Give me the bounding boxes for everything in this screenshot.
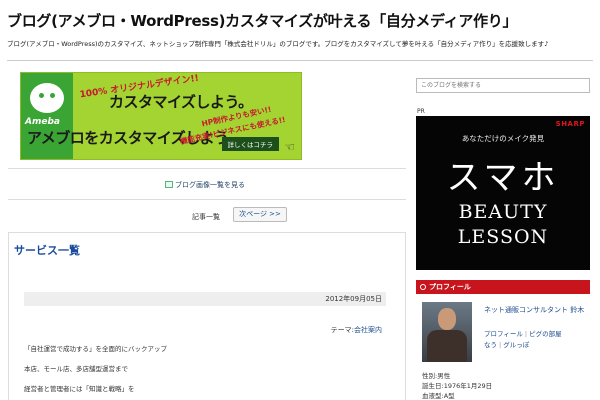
group-link[interactable]: グルっぽ: [503, 341, 529, 349]
entry-date: 2012年09月05日: [24, 292, 386, 306]
avatar-head: [438, 308, 456, 330]
divider: [8, 168, 406, 169]
pig-room-link[interactable]: ピグの部屋: [529, 330, 562, 338]
header-divider: [7, 60, 593, 61]
ad-beauty: BEAUTY: [458, 201, 548, 223]
entry-title[interactable]: サービス一覧: [14, 242, 80, 258]
divider: [8, 199, 406, 200]
profile-name[interactable]: ネット通販コンサルタント 鈴木: [484, 305, 588, 316]
entry-list-link[interactable]: 記事一覧: [192, 212, 220, 222]
profile-heading-label: プロフィール: [429, 283, 471, 291]
theme-link[interactable]: 会社案内: [354, 326, 382, 334]
sharp-logo: SHARP: [555, 120, 585, 128]
theme-label: テーマ:: [330, 326, 354, 334]
ad-banner-ameba-customize[interactable]: Ameba 100% オリジナルデザイン!! カスタマイズしよう。 アメブロをカ…: [20, 72, 302, 160]
image-list-link-label: ブログ画像一覧を見る: [175, 181, 245, 189]
ameba-character-icon: [30, 83, 64, 113]
profile-blood: 血液型:A型: [422, 392, 455, 400]
entry-body-line: 経営者と管理者には「知識と戦略」を: [24, 385, 135, 393]
sidebar-ad-sharp[interactable]: SHARP あなただけのメイク発見 スマホ BEAUTY LESSON: [416, 116, 590, 270]
profile-gender: 性別:男性: [422, 372, 451, 380]
image-icon: [165, 181, 173, 188]
entry-body-line: 本店、モール店、多店舗型運営まで: [24, 365, 128, 373]
profile-links: プロフィール | ピグの部屋 なう | グルっぽ: [484, 329, 588, 351]
next-page-button[interactable]: 次ページ >>: [233, 207, 287, 222]
now-link[interactable]: なう: [484, 341, 497, 349]
ad-headline: スマホ: [446, 158, 560, 198]
avatar[interactable]: [422, 302, 472, 362]
entry-theme: テーマ:会社案内: [331, 325, 382, 335]
ad-subtitle: あなただけのメイク発見: [461, 134, 545, 143]
ameba-logo-text: Ameba: [25, 117, 60, 127]
pointing-hand-icon: ☜: [284, 140, 295, 154]
profile-link[interactable]: プロフィール: [484, 330, 523, 338]
ad-lesson: LESSON: [457, 226, 549, 248]
banner-more-button[interactable]: 詳しくはコチラ: [221, 137, 279, 151]
blog-search-input[interactable]: [416, 78, 590, 93]
entry-body-line: 「自社運営で成功する」を全面的にバックアップ: [24, 345, 167, 353]
profile-heading: プロフィール: [416, 280, 590, 294]
avatar-body: [427, 330, 467, 362]
site-description: ブログ(アメブロ・WordPress)のカスタマイズ、ネットショップ制作専門「株…: [7, 40, 549, 48]
image-list-link[interactable]: ブログ画像一覧を見る: [165, 180, 245, 190]
pr-label: PR: [417, 108, 425, 115]
site-title[interactable]: ブログ(アメブロ・WordPress)カスタマイズが叶える「自分メディア作り」: [7, 10, 517, 31]
banner-headline-1: カスタマイズしよう。: [109, 93, 253, 111]
circle-icon: [420, 283, 426, 290]
profile-birthday: 誕生日:1976年1月29日: [422, 382, 493, 390]
